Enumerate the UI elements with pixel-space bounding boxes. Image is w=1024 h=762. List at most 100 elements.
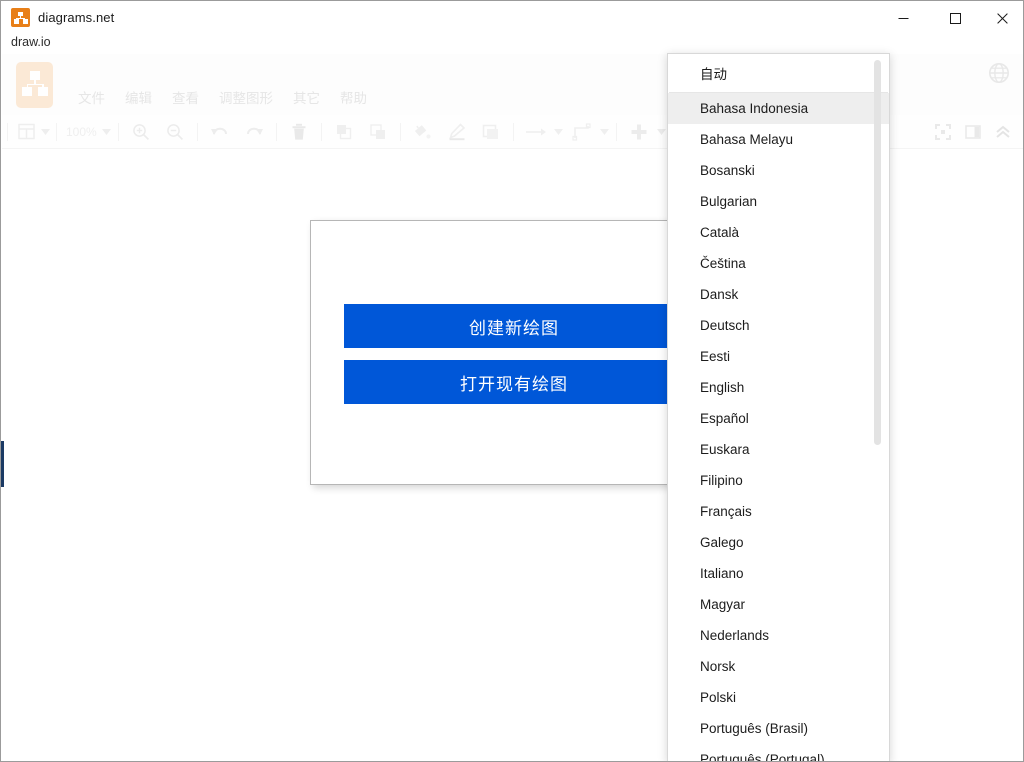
- language-option[interactable]: Čeština: [668, 248, 889, 279]
- menu-item-extras[interactable]: 其它: [283, 90, 330, 108]
- chevron-down-icon: [600, 129, 609, 135]
- maximize-button[interactable]: [932, 3, 978, 34]
- maximize-icon: [950, 13, 961, 24]
- send-to-back-button[interactable]: [361, 119, 395, 145]
- connection-arrow-button[interactable]: [519, 119, 553, 145]
- zoom-out-icon: [166, 123, 184, 141]
- app-logo-icon: [16, 62, 53, 108]
- splash-dialog: 创建新绘图 打开现有绘图 语言: [310, 220, 716, 485]
- shadow-button[interactable]: [474, 119, 508, 145]
- minimize-icon: [898, 13, 909, 24]
- toolbar-separator: [321, 123, 322, 141]
- menu-item-file[interactable]: 文件: [68, 90, 115, 108]
- insert-dropdown[interactable]: [656, 120, 668, 144]
- bring-to-front-button[interactable]: [327, 119, 361, 145]
- trash-icon: [291, 123, 307, 141]
- zoom-level-label[interactable]: 100%: [62, 125, 101, 139]
- language-option[interactable]: Italiano: [668, 558, 889, 589]
- arrow-right-icon: [525, 126, 547, 138]
- waypoint-icon: [572, 123, 592, 141]
- zoom-out-button[interactable]: [158, 119, 192, 145]
- connection-arrow-dropdown[interactable]: [553, 120, 565, 144]
- title-bar: diagrams.net draw.io: [2, 2, 1024, 54]
- chevron-down-icon: [657, 129, 666, 135]
- language-option[interactable]: English: [668, 372, 889, 403]
- insert-button[interactable]: [622, 119, 656, 145]
- paint-bucket-icon: [414, 123, 432, 141]
- plus-icon: [630, 123, 648, 141]
- language-option[interactable]: Nederlands: [668, 620, 889, 651]
- language-menu-scrollbar-thumb[interactable]: [874, 60, 881, 445]
- diagrams-net-logo-icon: [11, 8, 30, 27]
- language-option[interactable]: Português (Brasil): [668, 713, 889, 744]
- language-option[interactable]: Português (Portugal): [668, 744, 889, 762]
- language-option[interactable]: Bosanski: [668, 155, 889, 186]
- waypoints-dropdown[interactable]: [599, 120, 611, 144]
- bring-to-front-icon: [335, 123, 353, 141]
- view-layout-button[interactable]: [13, 119, 39, 145]
- send-to-back-icon: [369, 123, 387, 141]
- language-menu-scrollbar[interactable]: [878, 57, 885, 760]
- language-option[interactable]: Français: [668, 496, 889, 527]
- fullscreen-button[interactable]: [930, 119, 956, 145]
- language-option[interactable]: Deutsch: [668, 310, 889, 341]
- language-option[interactable]: Dansk: [668, 279, 889, 310]
- language-option[interactable]: Eesti: [668, 341, 889, 372]
- language-option[interactable]: Magyar: [668, 589, 889, 620]
- toolbar-separator: [276, 123, 277, 141]
- redo-icon: [244, 124, 264, 140]
- layout-icon: [18, 123, 35, 140]
- language-option-list: Bahasa IndonesiaBahasa MelayuBosanskiBul…: [668, 93, 889, 762]
- menu-item-edit[interactable]: 编辑: [115, 90, 162, 108]
- toolbar-separator: [7, 123, 8, 141]
- language-option[interactable]: Norsk: [668, 651, 889, 682]
- language-option[interactable]: Filipino: [668, 465, 889, 496]
- language-option[interactable]: Bahasa Melayu: [668, 124, 889, 155]
- chevron-down-icon: [41, 129, 50, 135]
- menu-item-arrange[interactable]: 调整图形: [209, 90, 283, 108]
- undo-icon: [210, 124, 230, 140]
- toolbar-separator: [616, 123, 617, 141]
- menu-items: 文件 编辑 查看 调整图形 其它 帮助: [68, 90, 377, 108]
- pen-icon: [448, 123, 466, 141]
- redo-button[interactable]: [237, 119, 271, 145]
- zoom-dropdown[interactable]: [101, 120, 113, 144]
- language-option[interactable]: Español: [668, 403, 889, 434]
- fill-color-button[interactable]: [406, 119, 440, 145]
- view-layout-dropdown[interactable]: [39, 120, 51, 144]
- collapse-toolbar-button[interactable]: [990, 119, 1016, 145]
- toggle-format-panel-button[interactable]: [960, 119, 986, 145]
- globe-icon[interactable]: [988, 62, 1010, 84]
- language-dropdown-menu: 自动 Bahasa IndonesiaBahasa MelayuBosanski…: [667, 53, 890, 762]
- window-title: diagrams.net: [38, 10, 114, 25]
- close-button[interactable]: [979, 3, 1024, 34]
- toolbar-separator: [197, 123, 198, 141]
- chevrons-up-icon: [995, 124, 1011, 140]
- open-existing-diagram-button[interactable]: 打开现有绘图: [344, 360, 684, 404]
- title-bar-brand: diagrams.net: [11, 8, 114, 27]
- language-option[interactable]: Bulgarian: [668, 186, 889, 217]
- menu-item-view[interactable]: 查看: [162, 90, 209, 108]
- waypoints-button[interactable]: [565, 119, 599, 145]
- language-option[interactable]: Galego: [668, 527, 889, 558]
- fullscreen-icon: [935, 124, 951, 140]
- splash-actions: 创建新绘图 打开现有绘图: [344, 304, 684, 404]
- language-option[interactable]: Bahasa Indonesia: [668, 93, 889, 124]
- undo-button[interactable]: [203, 119, 237, 145]
- language-option[interactable]: Euskara: [668, 434, 889, 465]
- toolbar-separator: [400, 123, 401, 141]
- language-option-auto[interactable]: 自动: [668, 54, 889, 92]
- delete-button[interactable]: [282, 119, 316, 145]
- line-color-button[interactable]: [440, 119, 474, 145]
- application-window: diagrams.net draw.io: [0, 0, 1024, 762]
- minimize-button[interactable]: [880, 3, 926, 34]
- menu-item-help[interactable]: 帮助: [330, 90, 377, 108]
- chevron-down-icon: [554, 129, 563, 135]
- panel-icon: [965, 124, 981, 140]
- shadow-square-icon: [482, 123, 500, 141]
- zoom-in-button[interactable]: [124, 119, 158, 145]
- language-option[interactable]: Català: [668, 217, 889, 248]
- language-option[interactable]: Polski: [668, 682, 889, 713]
- create-new-diagram-button[interactable]: 创建新绘图: [344, 304, 684, 348]
- toolbar-separator: [513, 123, 514, 141]
